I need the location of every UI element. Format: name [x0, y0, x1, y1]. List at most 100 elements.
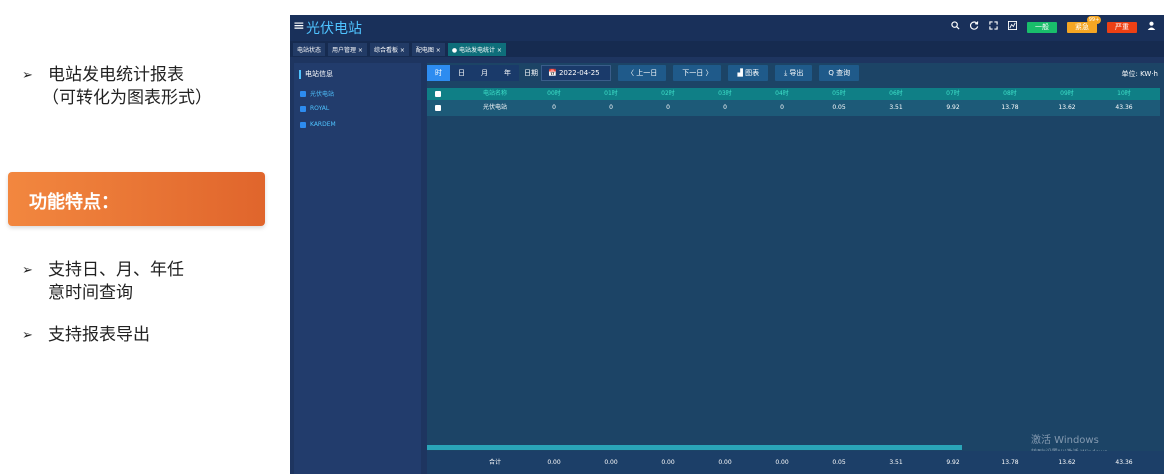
column-header[interactable]: 01时 [583, 88, 639, 100]
footer-cell: 0.00 [547, 459, 561, 466]
chart-button[interactable]: ▟ 图表 [728, 65, 769, 81]
bullet-export: ➢ 支持报表导出 [22, 324, 150, 347]
badge-count: 99+ [1087, 15, 1101, 24]
slide-panel: ➢ 电站发电统计报表 （可转化为图表形式） 功能特点： ➢ 支持日、月、年任 意… [0, 0, 290, 474]
fullscreen-icon[interactable] [989, 21, 998, 33]
column-header[interactable]: 02时 [640, 88, 696, 100]
bullet-text: 意时间查询 [48, 283, 133, 303]
checkbox-icon[interactable] [300, 105, 306, 112]
date-label: 日期 [524, 69, 538, 77]
sidebar-title: 电站信息 [299, 70, 333, 79]
unit-label: 单位: KW·h [1121, 70, 1158, 78]
bullet-text: （可转化为图表形式） [42, 88, 212, 108]
arrow-icon: ➢ [22, 328, 33, 343]
sidebar-item-label: 光伏电站 [310, 91, 335, 98]
footer-cell: 0.00 [718, 459, 732, 466]
watermark-line1: 激活 Windows [1031, 435, 1099, 446]
period-hour-button[interactable]: 时 [427, 65, 450, 81]
row-checkbox[interactable] [435, 105, 441, 111]
badge-severe[interactable]: 严重 [1107, 21, 1137, 33]
footer-cell: 9.92 [946, 459, 960, 466]
select-all-checkbox[interactable] [435, 91, 441, 97]
badge-urgent[interactable]: 紧急 99+ [1067, 15, 1101, 33]
table-cell: 0 [609, 104, 613, 111]
footer-cell: 3.51 [889, 459, 903, 466]
prev-day-button[interactable]: 〈 上一日 [618, 65, 667, 81]
column-header[interactable]: 07时 [925, 88, 981, 100]
column-header[interactable]: 00时 [526, 88, 582, 100]
table-cell: 光伏电站 [482, 104, 507, 111]
bullet-text: 电站发电统计报表 [48, 65, 184, 85]
table-cell: 43.36 [1115, 104, 1133, 111]
table-row[interactable]: 光伏电站 0 0 0 0 0 0.05 3.51 9.92 13.78 13.6… [427, 100, 1160, 116]
footer-cell: 0.00 [604, 459, 618, 466]
period-month-button[interactable]: 月 [473, 65, 496, 81]
main-content: 时 日 月 年 日期 📅 2022-04-25 〈 上一日 下一日 〉 ▟ 图表… [427, 63, 1164, 474]
table-cell: 0 [723, 104, 727, 111]
table-cell: 3.51 [889, 104, 903, 111]
column-header[interactable]: 09时 [1039, 88, 1095, 100]
badge-urgent-label: 紧急 [1075, 22, 1089, 31]
footer-cell: 合计 [488, 459, 501, 466]
table-cell: 9.92 [946, 104, 960, 111]
column-header[interactable]: 电站名称 [467, 88, 523, 100]
export-button[interactable]: ⤓ 导出 [775, 65, 813, 81]
tab-bar: 电站状态 用户管理 × 综合看板 × 配电图 × ● 电站发电统计 × [290, 41, 1164, 57]
query-button[interactable]: Q 查询 [819, 65, 860, 81]
table-cell: 13.62 [1058, 104, 1076, 111]
bullet-text: 支持报表导出 [48, 325, 150, 345]
column-header[interactable]: 05时 [811, 88, 867, 100]
checkbox-icon[interactable] [300, 121, 306, 128]
sidebar-item-label: ROYAL [310, 105, 330, 112]
column-header[interactable]: 04时 [754, 88, 810, 100]
column-header[interactable]: 08时 [982, 88, 1038, 100]
app-title: 光伏电站 [306, 21, 362, 37]
column-header[interactable]: 10时 [1096, 88, 1152, 100]
arrow-icon: ➢ [22, 263, 33, 278]
table-cell: 0.05 [832, 104, 846, 111]
date-picker[interactable]: 📅 2022-04-25 [541, 65, 611, 81]
feature-title: 功能特点： [29, 192, 119, 213]
toolbar: 时 日 月 年 日期 📅 2022-04-25 〈 上一日 下一日 〉 ▟ 图表… [427, 63, 1164, 83]
table-cell: 13.78 [1001, 104, 1019, 111]
period-day-button[interactable]: 日 [450, 65, 473, 81]
column-header[interactable]: 03时 [697, 88, 753, 100]
sidebar-item-label: KARDEM [310, 121, 336, 128]
footer-cell: 43.36 [1115, 459, 1133, 466]
footer-cell: 0.00 [775, 459, 789, 466]
tab-generation-stats[interactable]: ● 电站发电统计 × [447, 42, 506, 56]
column-header[interactable]: 06时 [868, 88, 924, 100]
feature-header: 功能特点： [8, 172, 265, 226]
top-bar: ≡ 光伏电站 一般 紧急 99+ 严重 [290, 15, 1164, 41]
sidebar-item-royal[interactable]: ROYAL [300, 105, 329, 112]
checkbox-icon[interactable] [300, 90, 306, 97]
refresh-icon[interactable] [969, 21, 979, 33]
period-year-button[interactable]: 年 [496, 65, 519, 81]
bullet-text: 支持日、月、年任 [48, 260, 184, 280]
bullet-report: ➢ 电站发电统计报表 （可转化为图表形式） [22, 64, 212, 110]
bullet-query: ➢ 支持日、月、年任 意时间查询 [22, 259, 184, 305]
tab-station-status[interactable]: 电站状态 [293, 42, 326, 56]
user-icon[interactable] [1147, 21, 1156, 33]
table-header: 电站名称 00时 01时 02时 03时 04时 05时 06时 07时 08时… [427, 88, 1160, 100]
arrow-icon: ➢ [22, 68, 33, 83]
menu-icon[interactable]: ≡ [293, 18, 305, 34]
footer-cell: 13.78 [1001, 459, 1019, 466]
footer-cell: 13.62 [1058, 459, 1076, 466]
sidebar-item-kardem[interactable]: KARDEM [300, 121, 336, 128]
sidebar-item-solar[interactable]: 光伏电站 [300, 89, 334, 98]
table-footer: 合计 0.00 0.00 0.00 0.00 0.00 0.05 3.51 9.… [427, 451, 1164, 474]
tab-dashboard[interactable]: 综合看板 × [369, 42, 409, 56]
next-day-button[interactable]: 下一日 〉 [673, 65, 722, 81]
tab-distribution[interactable]: 配电图 × [411, 42, 445, 56]
table-cell: 0 [780, 104, 784, 111]
badge-normal[interactable]: 一般 [1027, 21, 1057, 33]
search-icon[interactable] [951, 21, 960, 33]
sidebar: 电站信息 光伏电站 ROYAL KARDEM [294, 63, 421, 474]
table-cell: 0 [552, 104, 556, 111]
top-icons: 一般 紧急 99+ 严重 [951, 15, 1156, 33]
horizontal-scrollbar[interactable] [427, 445, 962, 450]
footer-cell: 0.05 [832, 459, 846, 466]
tab-user-management[interactable]: 用户管理 × [328, 42, 367, 56]
screen-icon[interactable] [1008, 21, 1017, 33]
